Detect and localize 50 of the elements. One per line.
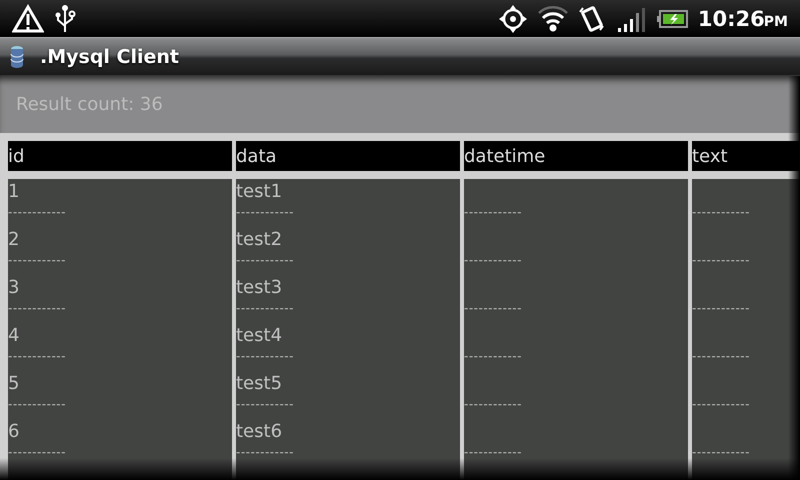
wifi-icon <box>538 4 568 34</box>
table-cell-text: test2 <box>236 228 284 252</box>
row-separator: ------------ <box>692 301 751 315</box>
table-cell-text: test3 <box>236 276 284 300</box>
table-cell-text: test6 <box>236 420 284 444</box>
table-cell-text: 5 <box>8 372 20 396</box>
row-separator: ------------ <box>8 397 67 411</box>
column-header: text <box>692 141 800 171</box>
row-separator: ------------ <box>236 349 295 363</box>
warning-icon <box>12 4 44 34</box>
row-separator: ------------ <box>692 445 751 459</box>
clock-meridiem: PM <box>764 14 788 30</box>
table-cell-text: test1 <box>236 180 284 204</box>
usb-icon <box>54 4 76 34</box>
row-separator: ------------ <box>236 445 295 459</box>
row-separator: ------------ <box>236 253 295 267</box>
clock-time: 10:26 <box>698 6 765 30</box>
row-separator: ------------ <box>236 301 295 315</box>
row-separator: ------------ <box>8 445 67 459</box>
column-header: data <box>236 141 460 171</box>
app-title: .Mysql Client <box>40 46 180 68</box>
table-cell-text: 6 <box>8 420 20 444</box>
row-separator: ------------ <box>8 301 67 315</box>
row-separator: ------------ <box>8 205 67 219</box>
row-separator: ------------ <box>692 253 751 267</box>
row-separator: ------------ <box>464 397 523 411</box>
database-icon <box>10 44 24 68</box>
row-separator: ------------ <box>236 205 295 219</box>
row-separator: ------------ <box>464 445 523 459</box>
table-cell-text: 3 <box>8 276 20 300</box>
row-separator: ------------ <box>464 205 523 219</box>
row-separator: ------------ <box>236 397 295 411</box>
table-cell-text: test4 <box>236 324 284 348</box>
rotate-phone-icon <box>578 4 606 34</box>
table-cell-text: 4 <box>8 324 20 348</box>
column-header: id <box>8 141 232 171</box>
table-cell-text: 2 <box>8 228 20 252</box>
row-separator: ------------ <box>8 253 67 267</box>
battery-charging-icon <box>656 8 688 28</box>
row-separator: ------------ <box>692 397 751 411</box>
row-separator: ------------ <box>464 349 523 363</box>
row-separator: ------------ <box>692 349 751 363</box>
row-separator: ------------ <box>692 205 751 219</box>
row-separator: ------------ <box>8 349 67 363</box>
gps-icon <box>498 4 528 34</box>
column-header: datetime <box>464 141 688 171</box>
table-cell-text: test5 <box>236 372 284 396</box>
row-separator: ------------ <box>464 301 523 315</box>
row-separator: ------------ <box>464 253 523 267</box>
table-cell-text: 1 <box>8 180 20 204</box>
